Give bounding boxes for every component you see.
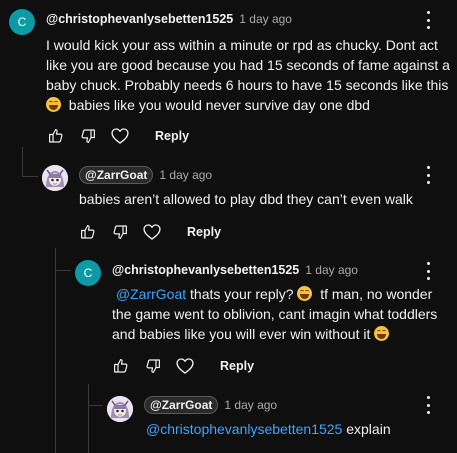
thumbs-down-icon[interactable] xyxy=(77,125,99,147)
thread-connector xyxy=(55,248,56,453)
reply-button[interactable]: Reply xyxy=(220,359,254,373)
comment-line: the game went to oblivion, cant imagin w… xyxy=(112,306,438,322)
heart-icon[interactable] xyxy=(174,355,196,377)
heart-icon[interactable] xyxy=(141,221,163,243)
thumbs-up-icon[interactable] xyxy=(77,221,99,243)
avatar[interactable]: C xyxy=(9,9,35,35)
avatar[interactable] xyxy=(107,396,133,422)
thread-connector xyxy=(22,147,23,177)
comment-actions: Reply xyxy=(45,125,189,147)
comment-line: like you are good because you had 15 sec… xyxy=(46,57,450,73)
comment-header: @ZarrGoat 1 day ago xyxy=(144,396,277,414)
avatar[interactable]: C xyxy=(75,260,101,286)
avatar[interactable] xyxy=(42,165,68,191)
thread-connector xyxy=(88,384,89,453)
comment-line: and babies like you will ever win withou… xyxy=(112,324,452,344)
reply-button[interactable]: Reply xyxy=(187,225,221,239)
thread-connector xyxy=(88,405,103,406)
comment-line: baby chuck. Probably needs 6 hours to ha… xyxy=(46,77,449,93)
comment-line: @christophevanlysebetten1525 explain xyxy=(146,419,451,439)
more-vert-icon[interactable] xyxy=(425,396,431,414)
avatar-letter: C xyxy=(17,15,27,29)
comment-timestamp[interactable]: 1 day ago xyxy=(239,12,292,26)
comment-author-chip[interactable]: @ZarrGoat xyxy=(79,166,154,184)
mention-link[interactable]: @ZarrGoat xyxy=(116,286,186,302)
comment-text: babies aren’t allowed to play dbd they c… xyxy=(79,189,449,209)
comment-line: I would kick your ass within a minute or… xyxy=(46,37,438,53)
mention-link[interactable]: @christophevanlysebetten1525 xyxy=(146,421,342,437)
comment-actions: Reply xyxy=(110,355,254,377)
comment-timestamp[interactable]: 1 day ago xyxy=(305,263,358,277)
thumbs-up-icon[interactable] xyxy=(110,355,132,377)
comment-line: babies aren’t allowed to play dbd they c… xyxy=(79,191,413,207)
comment-line-text: babies like you would never survive day … xyxy=(68,97,370,113)
comment-line-text: thats your reply? xyxy=(190,286,294,302)
comment-timestamp[interactable]: 1 day ago xyxy=(224,398,277,412)
more-vert-icon[interactable] xyxy=(425,262,431,280)
comment-text: I would kick your ass within a minute or… xyxy=(46,35,450,115)
comment-text: @ZarrGoat thats your reply? tf man, no w… xyxy=(112,284,452,344)
comment-timestamp[interactable]: 1 day ago xyxy=(159,168,212,182)
avatar-letter: C xyxy=(83,266,93,280)
comment-author[interactable]: @christophevanlysebetten1525 xyxy=(112,263,299,277)
reply-button[interactable]: Reply xyxy=(155,129,189,143)
thread-connector xyxy=(55,270,71,271)
comment-author-chip[interactable]: @ZarrGoat xyxy=(144,396,219,414)
comment-header: @ZarrGoat 1 day ago xyxy=(79,166,212,184)
comment-text: @christophevanlysebetten1525 explain xyxy=(146,419,451,439)
thumbs-down-icon[interactable] xyxy=(142,355,164,377)
thumbs-up-icon[interactable] xyxy=(45,125,67,147)
more-vert-icon[interactable] xyxy=(425,11,431,29)
comment-line-text: tf man, no wonder xyxy=(320,286,433,302)
heart-icon[interactable] xyxy=(109,125,131,147)
comment-line-text: and babies like you will ever win withou… xyxy=(112,326,371,342)
comment-actions: Reply xyxy=(77,221,221,243)
comment-line: @ZarrGoat thats your reply? tf man, no w… xyxy=(112,284,452,304)
comment-author[interactable]: @christophevanlysebetten1525 xyxy=(46,12,233,26)
thread-connector xyxy=(22,176,38,177)
comment-header: @christophevanlysebetten1525 1 day ago xyxy=(112,263,358,277)
comment-line: babies like you would never survive day … xyxy=(46,95,450,115)
grinning-sweat-emoji xyxy=(46,97,61,112)
comment-header: @christophevanlysebetten1525 1 day ago xyxy=(46,12,292,26)
comment-line-text: explain xyxy=(346,421,391,437)
comment-thread: C @christophevanlysebetten1525 1 day ago… xyxy=(0,0,457,453)
more-vert-icon[interactable] xyxy=(425,166,431,184)
grinning-sweat-emoji xyxy=(374,326,390,341)
grinning-sweat-emoji xyxy=(297,286,313,301)
thumbs-down-icon[interactable] xyxy=(109,221,131,243)
